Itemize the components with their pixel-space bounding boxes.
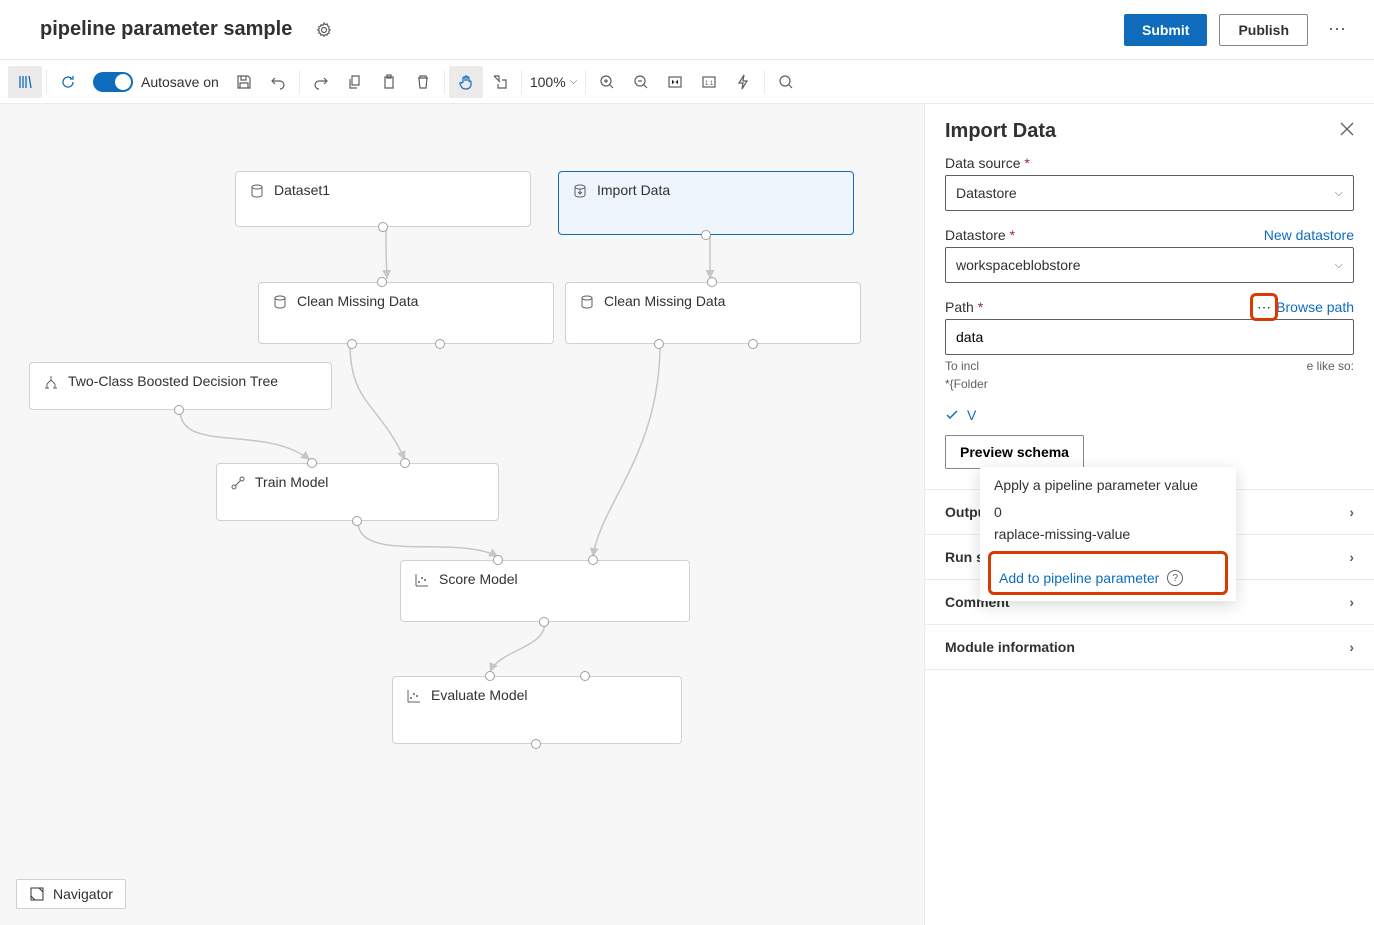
refresh-icon	[60, 74, 76, 90]
svg-text:1:1: 1:1	[705, 81, 714, 87]
data-source-select[interactable]: Datastore ⌵	[945, 175, 1354, 211]
tree-icon	[42, 374, 60, 390]
undo-button[interactable]	[261, 66, 295, 98]
select-button[interactable]	[483, 66, 517, 98]
data-source-label: Data source *	[945, 155, 1354, 171]
score-icon	[413, 572, 431, 588]
copy-button[interactable]	[338, 66, 372, 98]
flash-icon	[735, 74, 751, 90]
copy-icon	[347, 74, 363, 90]
submit-button[interactable]: Submit	[1124, 14, 1207, 46]
navigator-icon	[29, 886, 45, 902]
delete-button[interactable]	[406, 66, 440, 98]
path-helper-text: To incl e like so:	[945, 359, 1354, 373]
node-evaluate-model[interactable]: Evaluate Model	[392, 676, 682, 744]
redo-icon	[313, 74, 329, 90]
header-more-button[interactable]: ⋯	[1320, 15, 1354, 44]
node-score-model[interactable]: Score Model	[400, 560, 690, 622]
fit-icon	[667, 74, 683, 90]
one-to-one-icon: 1:1	[701, 74, 717, 90]
autosave-toggle[interactable]	[93, 72, 133, 92]
node-train-model[interactable]: Train Model	[216, 463, 499, 521]
popup-item-0[interactable]: 0	[994, 501, 1222, 523]
left-panel-toggle[interactable]	[8, 66, 42, 98]
info-icon: ?	[1167, 570, 1183, 586]
new-datastore-link[interactable]: New datastore	[1264, 227, 1354, 243]
validate-row: V	[945, 407, 1354, 423]
close-icon	[1340, 122, 1354, 136]
save-button[interactable]	[227, 66, 261, 98]
search-button[interactable]	[769, 66, 803, 98]
import-icon	[571, 183, 589, 199]
add-to-pipeline-parameter-link[interactable]: Add to pipeline parameter ?	[999, 570, 1217, 586]
panel-title: Import Data	[945, 120, 1056, 143]
auto-layout-button[interactable]	[726, 66, 760, 98]
pipeline-canvas[interactable]: Dataset1 Import Data Clean Missing Data …	[0, 104, 924, 925]
save-icon	[236, 74, 252, 90]
popup-item-1[interactable]: raplace-missing-value	[994, 523, 1222, 545]
module-information-expander[interactable]: Module information›	[925, 625, 1374, 670]
train-icon	[229, 475, 247, 491]
paste-icon	[381, 74, 397, 90]
autosave-label: Autosave on	[141, 74, 219, 90]
pipeline-title: pipeline parameter sample	[40, 18, 292, 41]
eraser-icon	[271, 294, 289, 310]
library-icon	[17, 74, 33, 90]
fit-screen-button[interactable]	[658, 66, 692, 98]
database-icon	[248, 183, 266, 199]
path-label: Path *	[945, 299, 983, 315]
publish-button[interactable]: Publish	[1219, 14, 1308, 46]
refresh-button[interactable]	[51, 66, 85, 98]
path-helper-text-2: *{Folder	[945, 377, 1354, 391]
panel-close-button[interactable]	[1340, 122, 1354, 141]
zoom-out-icon	[633, 74, 649, 90]
node-decision-tree[interactable]: Two-Class Boosted Decision Tree	[29, 362, 332, 410]
evaluate-icon	[405, 688, 423, 704]
pan-button[interactable]	[449, 66, 483, 98]
datastore-label: Datastore *	[945, 227, 1015, 243]
undo-icon	[270, 74, 286, 90]
zoom-in-button[interactable]	[590, 66, 624, 98]
pipeline-parameter-popup: Apply a pipeline parameter value 0 rapla…	[980, 467, 1236, 601]
redo-button[interactable]	[304, 66, 338, 98]
datastore-select[interactable]: workspaceblobstore ⌵	[945, 247, 1354, 283]
eraser-icon	[578, 294, 596, 310]
trash-icon	[415, 74, 431, 90]
gear-icon	[316, 22, 332, 38]
node-dataset1[interactable]: Dataset1	[235, 171, 531, 227]
popup-title: Apply a pipeline parameter value	[994, 477, 1222, 493]
navigator-button[interactable]: Navigator	[16, 879, 126, 909]
zoom-in-icon	[599, 74, 615, 90]
preview-schema-button[interactable]: Preview schema	[945, 435, 1084, 469]
search-icon	[778, 74, 794, 90]
hand-icon	[458, 74, 474, 90]
cursor-select-icon	[492, 74, 508, 90]
browse-path-link[interactable]: Browse path	[1276, 299, 1354, 315]
node-import-data[interactable]: Import Data	[558, 171, 854, 235]
path-more-button[interactable]: ⋯	[1250, 293, 1278, 321]
zoom-dropdown[interactable]: 100%⌵	[526, 74, 581, 90]
zoom-out-button[interactable]	[624, 66, 658, 98]
check-icon	[945, 408, 959, 422]
actual-size-button[interactable]: 1:1	[692, 66, 726, 98]
node-clean-missing-data-1[interactable]: Clean Missing Data	[258, 282, 554, 344]
path-input[interactable]	[945, 319, 1354, 355]
paste-button[interactable]	[372, 66, 406, 98]
pipeline-settings-button[interactable]	[308, 14, 340, 46]
node-clean-missing-data-2[interactable]: Clean Missing Data	[565, 282, 861, 344]
